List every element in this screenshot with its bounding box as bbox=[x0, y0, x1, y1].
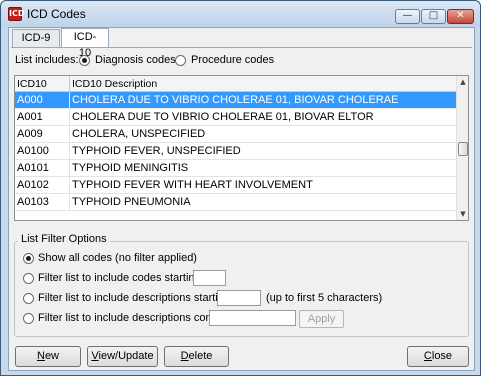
table-row[interactable]: A000 CHOLERA DUE TO VIBRIO CHOLERAE 01, … bbox=[15, 92, 456, 109]
filter-desc-contains-radio[interactable] bbox=[23, 313, 34, 324]
row-code: A000 bbox=[15, 92, 70, 108]
view-update-button[interactable]: View/Update bbox=[87, 346, 158, 367]
row-description: TYPHOID FEVER, UNSPECIFIED bbox=[72, 145, 241, 157]
new-label-rest: ew bbox=[44, 350, 59, 362]
desc-contains-input[interactable] bbox=[209, 310, 296, 326]
desc-starts-hint: (up to first 5 characters) bbox=[266, 292, 383, 304]
table-row[interactable]: A009 CHOLERA, UNSPECIFIED bbox=[15, 126, 456, 143]
icd-codes-window: ICD ICD Codes — □ ✕ ICD-9 ICD-10 List in… bbox=[0, 0, 481, 376]
title-bar[interactable]: ICD ICD Codes — □ ✕ bbox=[1, 1, 480, 27]
tab-divider bbox=[11, 47, 472, 48]
filter-code-starts-radio[interactable] bbox=[23, 273, 34, 284]
delete-label-rest: elete bbox=[188, 350, 213, 362]
row-description: CHOLERA, UNSPECIFIED bbox=[72, 128, 206, 140]
delete-mnemonic: D bbox=[180, 350, 189, 362]
row-code: A001 bbox=[15, 109, 70, 125]
row-code: A009 bbox=[15, 126, 70, 142]
code-starts-input[interactable] bbox=[193, 270, 226, 286]
view-mnemonic: V bbox=[91, 350, 99, 362]
filter-desc-starts-radio[interactable] bbox=[23, 293, 34, 304]
procedure-codes-radio[interactable] bbox=[175, 55, 186, 66]
column-header-description[interactable]: ICD10 Description bbox=[70, 76, 456, 92]
scroll-up-icon[interactable]: ▲ bbox=[457, 76, 468, 88]
table-row[interactable]: A001 CHOLERA DUE TO VIBRIO CHOLERAE 01, … bbox=[15, 109, 456, 126]
table-row[interactable]: A0102 TYPHOID FEVER WITH HEART INVOLVEME… bbox=[15, 177, 456, 194]
row-code: A0101 bbox=[15, 160, 70, 176]
tab-icd-9[interactable]: ICD-9 bbox=[12, 29, 60, 47]
row-code: A0100 bbox=[15, 143, 70, 159]
column-header-code[interactable]: ICD10 Code bbox=[15, 76, 70, 106]
row-description: TYPHOID MENINGITIS bbox=[72, 162, 189, 174]
row-description: CHOLERA DUE TO VIBRIO CHOLERAE 01, BIOVA… bbox=[72, 94, 399, 106]
filter-show-all-radio[interactable] bbox=[23, 253, 34, 264]
icd-codes-table[interactable]: ICD10 Code ICD10 Description A000 CHOLER… bbox=[14, 75, 469, 221]
close-button[interactable]: Close bbox=[407, 346, 469, 367]
table-row[interactable]: A0100 TYPHOID FEVER, UNSPECIFIED bbox=[15, 143, 456, 160]
row-description: TYPHOID FEVER WITH HEART INVOLVEMENT bbox=[72, 179, 313, 191]
app-icon: ICD bbox=[8, 7, 25, 21]
close-mnemonic: C bbox=[423, 350, 432, 362]
procedure-codes-label[interactable]: Procedure codes bbox=[191, 54, 274, 66]
row-description: CHOLERA DUE TO VIBRIO CHOLERAE 01, BIOVA… bbox=[72, 111, 374, 123]
table-header: ICD10 Code ICD10 Description bbox=[15, 76, 456, 106]
row-code: A0103 bbox=[15, 194, 70, 210]
table-row[interactable]: A0103 TYPHOID PNEUMONIA bbox=[15, 194, 456, 211]
diagnosis-codes-label[interactable]: Diagnosis codes bbox=[95, 54, 176, 66]
close-window-button[interactable]: ✕ bbox=[447, 9, 474, 24]
scroll-down-icon[interactable]: ▼ bbox=[457, 208, 468, 220]
scroll-thumb[interactable] bbox=[458, 142, 468, 156]
view-label-rest: iew/Update bbox=[98, 350, 154, 362]
minimize-button[interactable]: — bbox=[395, 9, 420, 24]
filter-show-all-label[interactable]: Show all codes (no filter applied) bbox=[38, 252, 197, 264]
delete-button[interactable]: Delete bbox=[164, 346, 229, 367]
diagnosis-codes-radio[interactable] bbox=[79, 55, 90, 66]
row-code: A0102 bbox=[15, 177, 70, 193]
row-description: TYPHOID PNEUMONIA bbox=[72, 196, 191, 208]
new-button[interactable]: New bbox=[15, 346, 81, 367]
close-label-rest: lose bbox=[431, 350, 453, 362]
window-title: ICD Codes bbox=[27, 7, 86, 21]
list-filter-options-legend: List Filter Options bbox=[18, 233, 110, 245]
new-mnemonic: N bbox=[36, 350, 45, 362]
apply-button[interactable]: Apply bbox=[299, 310, 344, 328]
maximize-button[interactable]: □ bbox=[421, 9, 446, 24]
tab-icd-10[interactable]: ICD-10 bbox=[61, 28, 109, 59]
table-scrollbar[interactable]: ▲ ▼ bbox=[456, 76, 468, 220]
dialog-body: ICD-9 ICD-10 List includes: Diagnosis co… bbox=[8, 27, 475, 371]
desc-starts-input[interactable] bbox=[217, 290, 261, 306]
table-row[interactable]: A0101 TYPHOID MENINGITIS bbox=[15, 160, 456, 177]
list-includes-label: List includes: bbox=[15, 54, 79, 66]
